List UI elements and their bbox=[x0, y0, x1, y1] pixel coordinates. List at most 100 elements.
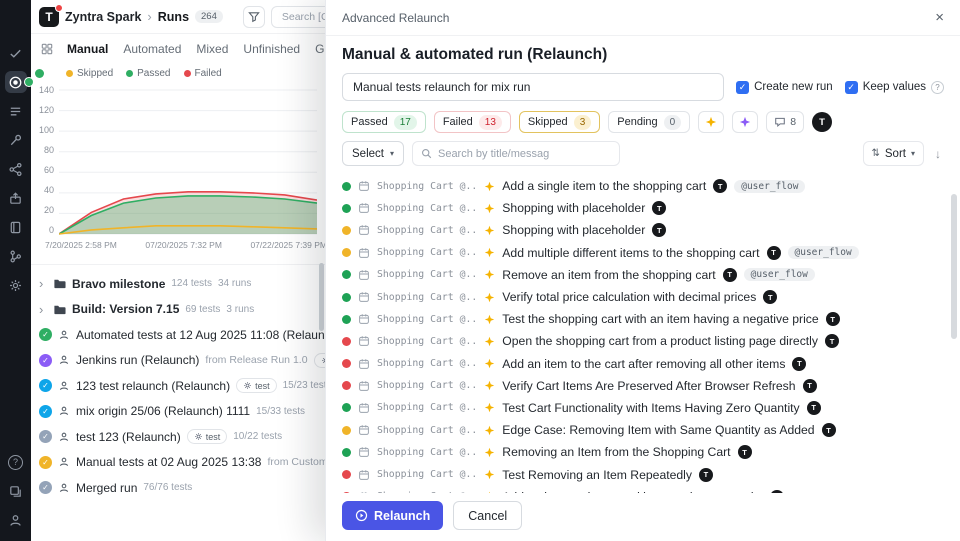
run-origin: from Release Run 1.0 bbox=[205, 354, 307, 366]
run-type-icon bbox=[58, 405, 70, 417]
test-status-dot bbox=[342, 426, 351, 435]
run-name-input[interactable] bbox=[342, 73, 724, 101]
y-tick-label: 100 bbox=[33, 125, 54, 135]
test-status-dot bbox=[342, 492, 351, 493]
help-circle-icon[interactable]: ? bbox=[931, 81, 944, 94]
test-badge: test bbox=[187, 429, 228, 444]
test-row[interactable]: Shopping Cart @.. Removing an Item from … bbox=[342, 441, 944, 463]
ai-filter-chip[interactable] bbox=[732, 111, 758, 133]
y-tick-label: 40 bbox=[33, 185, 54, 195]
sort-direction-icon[interactable]: ↓ bbox=[932, 147, 944, 161]
chart-y-axis: 140120100806040200 bbox=[33, 85, 59, 235]
test-status-dot bbox=[342, 270, 351, 279]
legend-label: Passed bbox=[137, 68, 170, 79]
sidebar-share-nodes-icon[interactable] bbox=[5, 158, 27, 180]
keep-values-checkbox[interactable]: ✓ Keep values ? bbox=[845, 81, 944, 94]
tab[interactable]: Automated bbox=[123, 42, 181, 56]
status-filter-chip[interactable]: Pending 0 bbox=[608, 111, 690, 133]
test-case-icon bbox=[358, 424, 370, 436]
test-row[interactable]: Shopping Cart @.. Add multiple different… bbox=[342, 242, 944, 264]
sidebar-branch-icon[interactable] bbox=[5, 245, 27, 267]
sparkles-icon bbox=[484, 203, 495, 214]
test-case-icon bbox=[358, 335, 370, 347]
help-icon[interactable]: ? bbox=[5, 451, 27, 473]
tab[interactable]: Mixed bbox=[196, 42, 228, 56]
projects-icon[interactable] bbox=[5, 480, 27, 502]
sidebar-check-icon[interactable] bbox=[5, 42, 27, 64]
sidebar-runs-icon[interactable] bbox=[5, 71, 27, 93]
test-row[interactable]: Shopping Cart @.. Shopping with placehol… bbox=[342, 219, 944, 241]
test-row[interactable]: Shopping Cart @.. Test the shopping cart… bbox=[342, 308, 944, 330]
run-title: mix origin 25/06 (Relaunch) 1111 bbox=[76, 404, 250, 418]
test-status-dot bbox=[342, 403, 351, 412]
chip-count: 17 bbox=[394, 115, 417, 130]
test-case-icon bbox=[358, 491, 370, 493]
sort-dropdown[interactable]: ⇅ Sort ▾ bbox=[863, 141, 925, 166]
tab[interactable]: Unfinished bbox=[243, 42, 300, 56]
test-row[interactable]: Shopping Cart @.. Verify total price cal… bbox=[342, 286, 944, 308]
filter-chips-row: Passed 17 Failed 13 Skipped 3 bbox=[342, 111, 944, 133]
sidebar-docs-icon[interactable] bbox=[5, 216, 27, 238]
test-row[interactable]: Shopping Cart @.. Edge Case: Removing It… bbox=[342, 419, 944, 441]
user-avatar[interactable]: T bbox=[812, 112, 832, 132]
test-title: Verify Cart Items Are Preserved After Br… bbox=[502, 379, 795, 393]
tests-search-input[interactable]: Search by title/messag bbox=[412, 141, 620, 166]
app-logo[interactable]: T bbox=[39, 7, 59, 27]
tests-search-placeholder: Search by title/messag bbox=[438, 148, 549, 160]
runs-count-badge: 264 bbox=[195, 10, 223, 23]
sparkles-icon bbox=[484, 225, 495, 236]
test-suite-path: Shopping Cart @.. bbox=[377, 491, 477, 493]
test-row[interactable]: Shopping Cart @.. Shopping with placehol… bbox=[342, 197, 944, 219]
test-title: Test Removing an Item Repeatedly bbox=[502, 468, 692, 482]
test-tag: @user_flow bbox=[734, 180, 805, 193]
test-row[interactable]: Shopping Cart @.. Add a single item to t… bbox=[342, 175, 944, 197]
account-icon[interactable] bbox=[5, 509, 27, 531]
legend-dot bbox=[126, 70, 133, 77]
relaunch-button[interactable]: Relaunch bbox=[342, 501, 443, 530]
modal-scrollbar[interactable] bbox=[951, 194, 957, 339]
y-tick-label: 120 bbox=[33, 105, 54, 115]
notification-dot bbox=[55, 4, 63, 12]
run-title: Automated tests at 12 Aug 2025 11:08 (Re… bbox=[76, 328, 341, 342]
y-tick-label: 140 bbox=[33, 85, 54, 95]
test-status-dot bbox=[342, 448, 351, 457]
test-row[interactable]: Shopping Cart @.. Verify Cart Items Are … bbox=[342, 375, 944, 397]
test-row[interactable]: Shopping Cart @.. Add an item to the car… bbox=[342, 353, 944, 375]
test-case-icon bbox=[358, 202, 370, 214]
sidebar-settings-icon[interactable] bbox=[5, 274, 27, 296]
chevron-right-icon[interactable]: › bbox=[39, 276, 47, 291]
sidebar-export-icon[interactable] bbox=[5, 187, 27, 209]
test-status-dot bbox=[342, 182, 351, 191]
test-row[interactable]: Shopping Cart @.. Open the shopping cart… bbox=[342, 330, 944, 352]
tab[interactable]: Manual bbox=[67, 42, 108, 56]
panel-scrollbar[interactable] bbox=[319, 263, 324, 331]
assignee-avatar: T bbox=[738, 445, 752, 459]
chevron-right-icon[interactable]: › bbox=[39, 302, 47, 317]
sidebar-list-icon[interactable] bbox=[5, 100, 27, 122]
select-dropdown[interactable]: Select ▾ bbox=[342, 141, 404, 166]
sidebar-tools-icon[interactable] bbox=[5, 129, 27, 151]
legend-item: Skipped bbox=[66, 68, 113, 79]
chip-count: 13 bbox=[479, 115, 502, 130]
filter-button[interactable] bbox=[243, 6, 265, 28]
comments-filter-chip[interactable]: 8 bbox=[766, 111, 804, 133]
test-suite-path: Shopping Cart @.. bbox=[377, 336, 477, 347]
relaunch-icon bbox=[355, 509, 368, 522]
sparkles-filter-chip[interactable] bbox=[698, 111, 724, 133]
test-row[interactable]: Shopping Cart @.. Test Cart Functionalit… bbox=[342, 397, 944, 419]
run-status-icon: ✓ bbox=[39, 379, 52, 392]
status-filter-chip[interactable]: Failed 13 bbox=[434, 111, 511, 133]
test-row[interactable]: Shopping Cart @.. Test Removing an Item … bbox=[342, 463, 944, 485]
test-row[interactable]: Shopping Cart @.. Remove an item from th… bbox=[342, 264, 944, 286]
close-icon[interactable]: × bbox=[935, 9, 944, 26]
cancel-button[interactable]: Cancel bbox=[453, 501, 522, 530]
test-title: Add multiple different items to the shop… bbox=[502, 246, 759, 260]
tabs-view-icon[interactable] bbox=[41, 43, 53, 55]
test-row[interactable]: Shopping Cart @.. Add an item to the car… bbox=[342, 486, 944, 493]
test-status-dot bbox=[342, 226, 351, 235]
status-filter-chip[interactable]: Passed 17 bbox=[342, 111, 426, 133]
run-meta: 124 tests bbox=[171, 278, 212, 289]
create-new-run-checkbox[interactable]: ✓ Create new run bbox=[736, 81, 833, 94]
status-filter-chip[interactable]: Skipped 3 bbox=[519, 111, 600, 133]
page-title: Runs bbox=[158, 10, 189, 24]
